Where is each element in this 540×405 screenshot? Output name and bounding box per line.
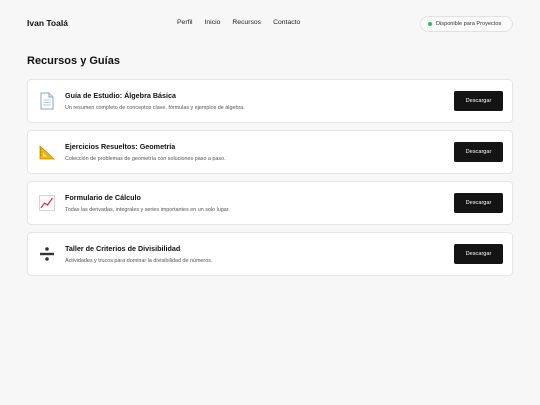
resource-title: Guía de Estudio: Álgebra Básica <box>65 91 177 100</box>
resource-title: Taller de Criterios de Divisibilidad <box>65 244 181 253</box>
download-button[interactable]: Descargar <box>454 142 503 162</box>
download-button[interactable]: Descargar <box>454 244 503 264</box>
chart-increasing-icon <box>38 194 56 212</box>
resource-card: Taller de Criterios de Divisibilidad Act… <box>27 232 513 276</box>
nav-link-inicio[interactable]: Inicio <box>205 19 221 26</box>
section-title: Recursos y Guías <box>27 55 120 67</box>
download-button[interactable]: Descargar <box>454 91 503 111</box>
brand-name[interactable]: Ivan Toalá <box>27 18 68 28</box>
resource-title: Ejercicios Resueltos: Geometría <box>65 142 176 151</box>
nav-link-perfil[interactable]: Perfil <box>177 19 193 26</box>
document-icon <box>38 92 56 110</box>
status-dot-icon <box>428 22 432 26</box>
availability-badge: Disponible para Proyectos <box>420 16 513 32</box>
resource-card: Guía de Estudio: Álgebra Básica Un resum… <box>27 79 513 123</box>
nav-link-recursos[interactable]: Recursos <box>232 19 261 26</box>
resource-description: Actividades y trucos para dominar la div… <box>65 258 213 264</box>
nav-link-contacto[interactable]: Contacto <box>273 19 300 26</box>
resource-card: Formulario de Cálculo Todas las derivada… <box>27 181 513 225</box>
resource-description: Un resumen completo de conceptos clave, … <box>65 105 245 111</box>
download-button[interactable]: Descargar <box>454 193 503 213</box>
resource-description: Todas las derivadas, integrales y series… <box>65 207 230 213</box>
division-sign-icon <box>38 245 56 263</box>
availability-text: Disponible para Proyectos <box>436 21 502 27</box>
triangle-ruler-icon <box>38 143 56 161</box>
site-header: Ivan Toalá Perfil Inicio Recursos Contac… <box>0 0 540 48</box>
resource-description: Colección de problemas de geometría con … <box>65 156 226 162</box>
resource-title: Formulario de Cálculo <box>65 193 141 202</box>
main-nav: Perfil Inicio Recursos Contacto <box>177 19 300 26</box>
resource-card: Ejercicios Resueltos: Geometría Colecció… <box>27 130 513 174</box>
